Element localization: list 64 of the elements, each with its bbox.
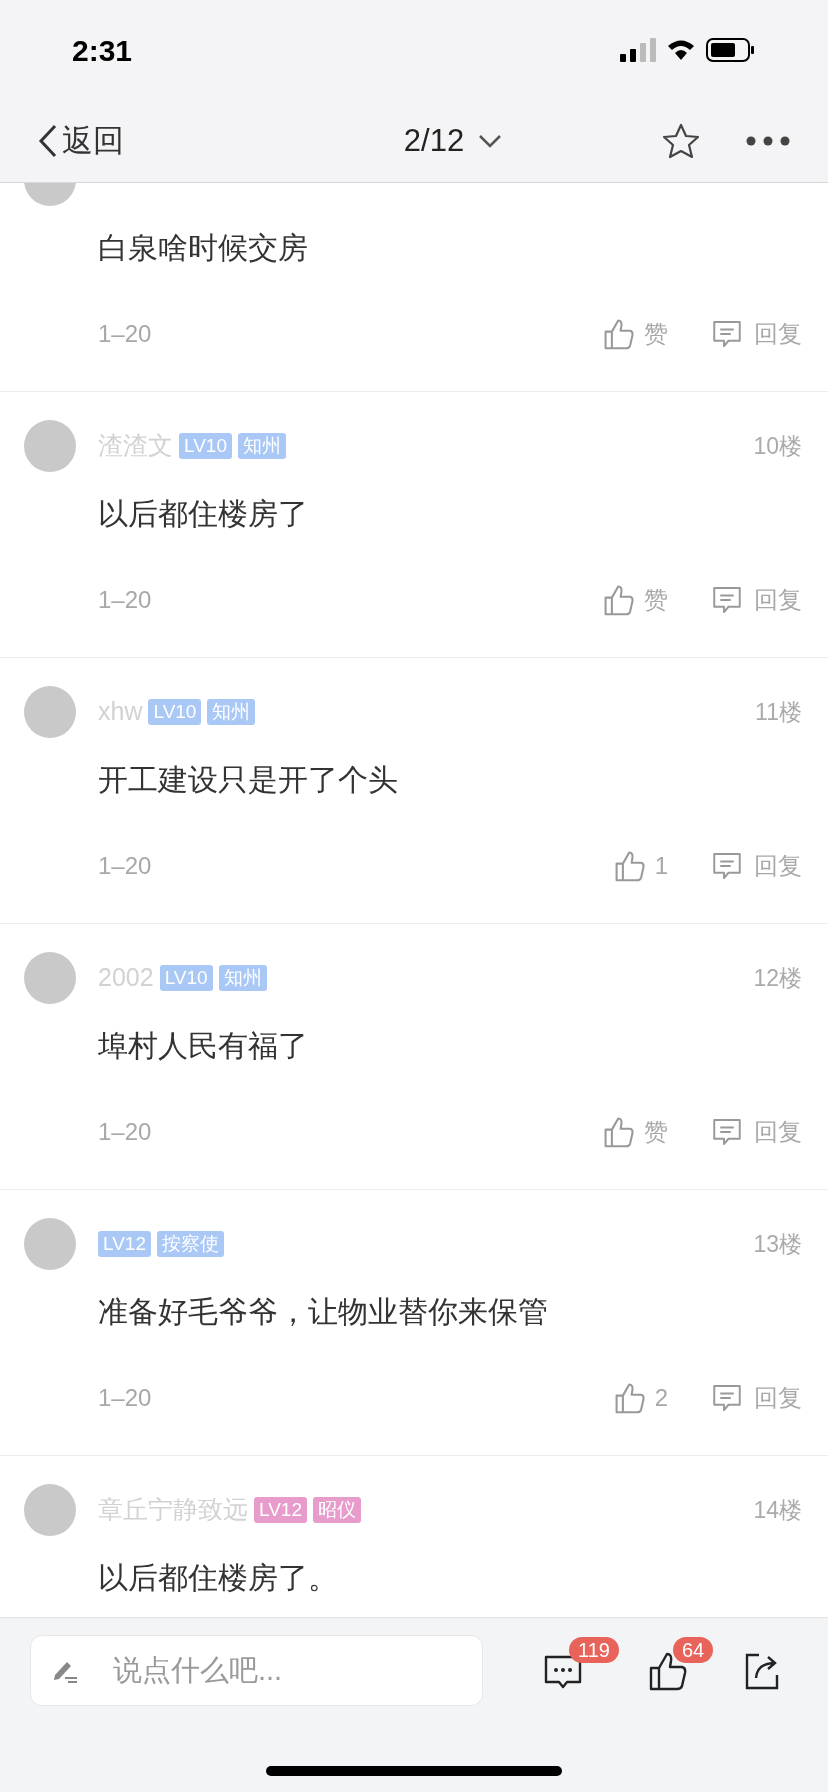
user-badge: 按察使 (156, 1231, 224, 1257)
reply-button[interactable]: 回复 (712, 1114, 802, 1150)
comment-icon (712, 1116, 742, 1148)
floor-number: 11楼 (755, 697, 802, 727)
avatar-photo-placeholder (24, 420, 76, 472)
avatar-photo-placeholder (24, 686, 76, 738)
star-icon[interactable] (662, 123, 700, 159)
comment-time: 1–20 (98, 319, 152, 349)
reply-button[interactable]: 回复 (712, 316, 802, 352)
user-badge: 知州 (237, 433, 286, 459)
chevron-down-icon (478, 134, 503, 148)
avatar-photo-placeholder (24, 1484, 76, 1536)
user-badge: 知州 (207, 699, 256, 725)
comment-text: 埠村人民有福了 (98, 1028, 308, 1064)
comment-time: 1–20 (98, 585, 152, 615)
status-time: 2:31 (72, 32, 133, 69)
floor-number: 14楼 (753, 1495, 802, 1525)
comment-icon (712, 850, 742, 882)
comment-count-badge: 119 (569, 1636, 619, 1663)
thumbs-up-icon (604, 584, 634, 616)
reply-button[interactable]: 回复 (712, 848, 802, 884)
comment-text: 白泉啥时候交房 (98, 230, 308, 266)
comment-time: 1–20 (98, 1383, 152, 1413)
avatar-photo-placeholder (24, 952, 76, 1004)
comment-text: 以后都住楼房了。 (98, 1560, 338, 1596)
comment-icon (712, 584, 742, 616)
like-count-badge: 64 (673, 1636, 714, 1663)
more-icon[interactable] (746, 136, 790, 146)
back-icon (38, 124, 58, 158)
comment-time: 1–20 (98, 1117, 152, 1147)
avatar-photo-placeholder (24, 1218, 76, 1270)
like-button[interactable]: 1 (614, 848, 668, 884)
comment-text: 准备好毛爷爷，让物业替你来保管 (98, 1294, 548, 1330)
comment-icon (712, 318, 742, 350)
page-selector[interactable]: 2/12 (403, 117, 503, 165)
user-badge: 知州 (218, 965, 267, 991)
comment-icon (712, 1382, 742, 1414)
comment-text: 以后都住楼房了 (98, 496, 308, 532)
wifi-icon (666, 38, 696, 62)
user-badge: LV10 (179, 433, 232, 459)
comment-input-field[interactable]: 说点什么吧... (30, 1635, 483, 1706)
reply-button[interactable]: 回复 (712, 1380, 802, 1416)
user-badge: LV12 (254, 1497, 307, 1523)
like-button[interactable]: 赞 (604, 316, 668, 352)
battery-icon (706, 38, 756, 62)
user-badge: 昭仪 (312, 1497, 361, 1523)
comment-text: 开工建设只是开了个头 (98, 762, 398, 798)
user-badge: LV12 (98, 1231, 151, 1257)
user-badge: LV10 (148, 699, 202, 725)
reply-button[interactable]: 回复 (712, 582, 802, 618)
like-button[interactable]: 赞 (604, 582, 668, 618)
thumbs-up-icon (614, 1382, 645, 1414)
floor-number: 10楼 (753, 431, 802, 461)
user-badge: LV10 (159, 965, 213, 991)
thumbs-up-icon (604, 1116, 634, 1148)
like-button[interactable]: 赞 (604, 1114, 668, 1150)
floor-number: 13楼 (753, 1229, 802, 1259)
comment-time: 1–20 (98, 851, 152, 881)
floor-number: 12楼 (753, 963, 802, 993)
like-button[interactable]: 2 (614, 1380, 668, 1416)
back-button[interactable]: 返回 (38, 117, 124, 165)
signal-icon (620, 38, 656, 62)
thumbs-up-icon (614, 850, 645, 882)
thumbs-up-icon (604, 318, 634, 350)
